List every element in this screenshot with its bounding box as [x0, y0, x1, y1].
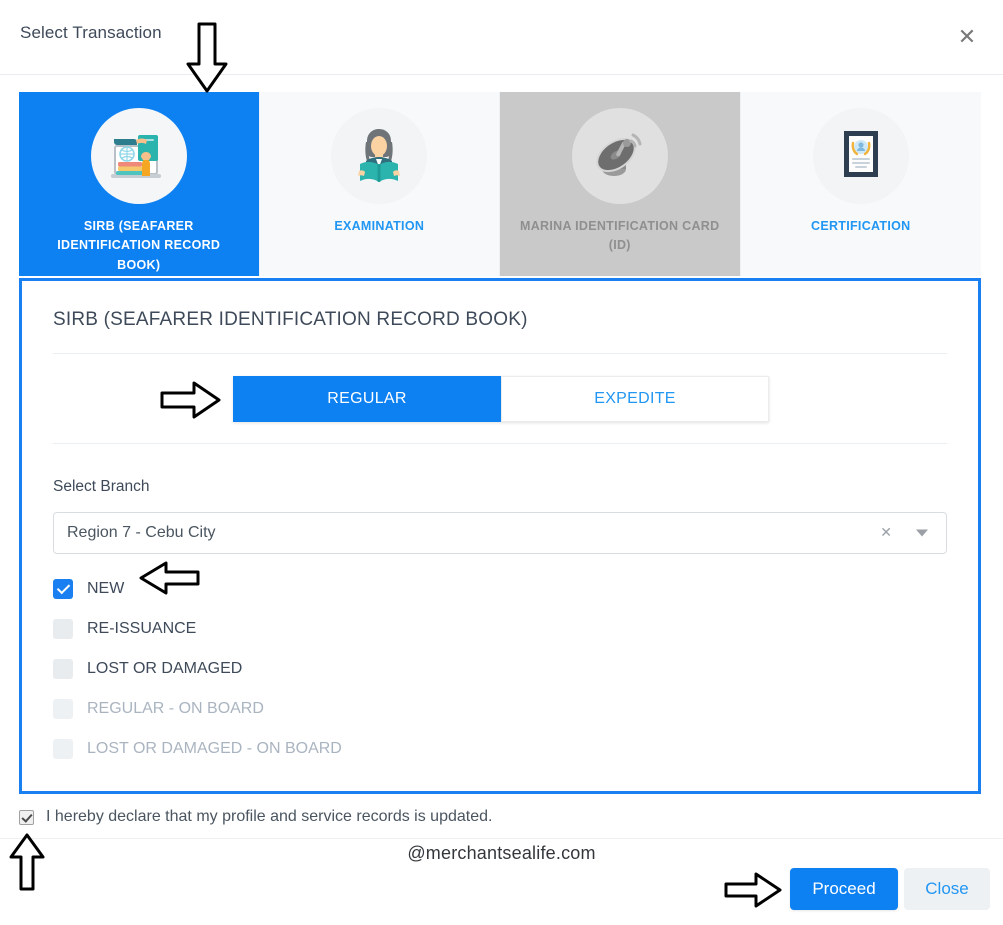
checkbox-label-lost-or-damaged-on-board: LOST OR DAMAGED - ON BOARD	[87, 740, 342, 757]
footer-divider	[0, 838, 1003, 839]
clear-icon[interactable]: ✕	[880, 525, 892, 541]
close-icon[interactable]: ✕	[953, 24, 981, 52]
checkbox-row-re-issuance[interactable]: RE-ISSUANCE	[53, 609, 553, 649]
proceed-button[interactable]: Proceed	[790, 868, 898, 910]
certificate-icon	[812, 108, 909, 204]
checkbox-row-lost-or-damaged[interactable]: LOST OR DAMAGED	[53, 649, 553, 689]
chevron-down-icon[interactable]	[916, 529, 928, 537]
panel-title: SIRB (SEAFARER IDENTIFICATION RECORD BOO…	[53, 309, 528, 330]
person-reading-book-icon	[331, 108, 428, 204]
satellite-dish-icon	[571, 108, 668, 204]
branch-label: Select Branch	[53, 478, 150, 495]
tab-label-certification: CERTIFICATION	[811, 219, 911, 233]
transaction-type-list: NEW RE-ISSUANCE LOST OR DAMAGED REGULAR …	[53, 569, 553, 769]
declaration-label: I hereby declare that my profile and ser…	[46, 808, 493, 825]
segment-regular[interactable]: REGULAR	[233, 376, 501, 422]
watermark: @merchantsealife.com	[407, 843, 596, 863]
checkbox-re-issuance[interactable]	[53, 619, 73, 639]
branch-selected-value: Region 7 - Cebu City	[67, 524, 216, 541]
checkbox-regular-on-board	[53, 699, 73, 719]
page-title: Select Transaction	[20, 23, 162, 42]
tab-label-sirb: SIRB (SEAFARER IDENTIFICATION RECORD BOO…	[57, 219, 221, 272]
select-transaction-modal: Select Transaction ✕ SIRB (SEAFARER IDEN…	[0, 0, 1003, 925]
modal-header: Select Transaction ✕	[0, 0, 1003, 75]
service-speed-toggle: REGULAR EXPEDITE	[233, 376, 769, 422]
checkbox-label-new: NEW	[87, 580, 125, 597]
checkbox-lost-or-damaged-on-board	[53, 739, 73, 759]
divider-bottom	[53, 443, 947, 444]
laptop-books-icon	[90, 108, 187, 204]
tab-marina-id: MARINA IDENTIFICATION CARD (ID)	[500, 92, 741, 276]
checkbox-label-regular-on-board: REGULAR - ON BOARD	[87, 700, 264, 717]
checkbox-row-regular-on-board: REGULAR - ON BOARD	[53, 689, 553, 729]
tab-label-marina-id: MARINA IDENTIFICATION CARD (ID)	[520, 219, 720, 253]
branch-select[interactable]: Region 7 - Cebu City ✕	[53, 512, 947, 554]
segment-expedite[interactable]: EXPEDITE	[501, 376, 769, 422]
checkbox-row-lost-or-damaged-on-board: LOST OR DAMAGED - ON BOARD	[53, 729, 553, 769]
annotation-arrow-right-proceed	[724, 872, 782, 908]
declaration-checkbox[interactable]	[19, 809, 34, 825]
tab-examination[interactable]: EXAMINATION	[259, 92, 500, 276]
checkbox-label-lost-or-damaged: LOST OR DAMAGED	[87, 660, 243, 677]
checkbox-lost-or-damaged[interactable]	[53, 659, 73, 679]
transaction-type-tabs: SIRB (SEAFARER IDENTIFICATION RECORD BOO…	[19, 92, 981, 276]
tab-certification[interactable]: CERTIFICATION	[740, 92, 981, 276]
declaration-row[interactable]: I hereby declare that my profile and ser…	[19, 808, 492, 826]
divider-top	[53, 353, 947, 354]
checkbox-label-re-issuance: RE-ISSUANCE	[87, 620, 197, 637]
checkbox-new[interactable]	[53, 579, 73, 599]
close-button[interactable]: Close	[904, 868, 990, 910]
checkbox-row-new[interactable]: NEW	[53, 569, 553, 609]
transaction-detail-panel: SIRB (SEAFARER IDENTIFICATION RECORD BOO…	[19, 278, 981, 794]
tab-sirb[interactable]: SIRB (SEAFARER IDENTIFICATION RECORD BOO…	[19, 92, 260, 276]
tab-label-examination: EXAMINATION	[334, 219, 425, 233]
